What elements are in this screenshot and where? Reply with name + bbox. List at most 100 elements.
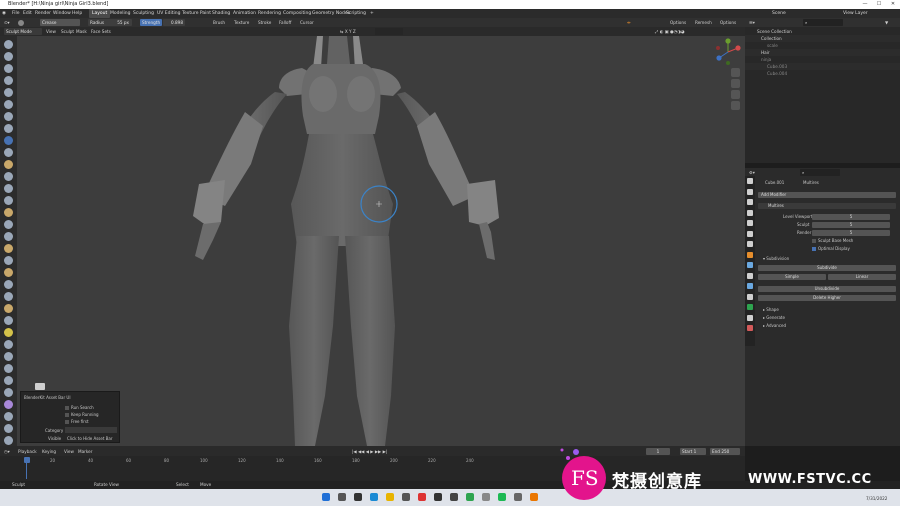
app-icon[interactable] <box>466 493 474 501</box>
timeline-editor-icon[interactable]: ◷▾ <box>4 448 10 455</box>
playback-controls[interactable]: |◀ ◀◀ ◀ ▶ ▶▶ ▶| <box>352 448 387 455</box>
workspace-tab-texture-paint[interactable]: Texture Paint <box>182 9 211 18</box>
sculpt-level-field[interactable]: 5 <box>812 222 890 228</box>
sculpt-tool-icon[interactable] <box>4 292 13 301</box>
menu-window[interactable]: Window <box>53 9 71 18</box>
properties-tab-icon[interactable] <box>747 325 753 331</box>
outliner-editor-icon[interactable]: ☰▾ <box>749 19 755 26</box>
options-menu-2[interactable]: Options <box>720 19 736 26</box>
app-icon[interactable] <box>418 493 426 501</box>
task-view-icon[interactable] <box>354 493 362 501</box>
store-icon[interactable] <box>402 493 410 501</box>
menu-view[interactable]: View <box>46 28 56 35</box>
properties-tab-icon[interactable] <box>747 304 753 310</box>
sculpt-tool-icon[interactable] <box>4 328 13 337</box>
sculpt-tool-icon[interactable] <box>4 340 13 349</box>
run-search-checkbox[interactable] <box>65 406 69 410</box>
free-first-checkbox[interactable] <box>65 420 69 424</box>
workspace-tab-rendering[interactable]: Rendering <box>258 9 281 18</box>
workspace-tab-scripting[interactable]: Scripting <box>346 9 366 18</box>
properties-tab-icon[interactable] <box>747 283 753 289</box>
filter-icon[interactable]: ▼ <box>885 19 888 26</box>
properties-tab-icon[interactable] <box>747 293 753 300</box>
menu-cursor[interactable]: Cursor <box>300 19 314 26</box>
view-layer-label[interactable]: View Layer <box>843 9 868 18</box>
app-icon[interactable] <box>450 493 458 501</box>
edge-icon[interactable] <box>370 493 378 501</box>
sculpt-tool-icon[interactable] <box>4 232 13 241</box>
zoom-icon[interactable] <box>731 68 740 77</box>
linear-button[interactable]: Linear <box>828 274 896 280</box>
blenderkit-icon[interactable] <box>35 383 45 390</box>
navigation-gizmo[interactable] <box>714 36 742 66</box>
symmetry-icon[interactable]: ⇹ <box>627 19 631 26</box>
menu-keying[interactable]: Keying <box>42 448 56 455</box>
menu-texture[interactable]: Texture <box>234 19 249 26</box>
maximize-button[interactable]: ☐ <box>872 0 886 9</box>
outliner-row[interactable]: Collection <box>745 35 900 42</box>
search-icon[interactable] <box>338 493 346 501</box>
sculpt-tool-icon[interactable] <box>4 196 13 205</box>
outliner-row[interactable]: Hair <box>745 49 900 56</box>
level-viewport-field[interactable]: 5 <box>812 214 890 220</box>
sculpt-tool-icon[interactable] <box>4 352 13 361</box>
sculpt-tool-icon[interactable] <box>4 304 13 313</box>
advanced-section[interactable]: ▸ Advanced <box>763 323 786 328</box>
sculpt-tool-icon[interactable] <box>4 268 13 277</box>
sculpt-tool-icon[interactable] <box>4 280 13 289</box>
menu-render[interactable]: Render <box>35 9 51 18</box>
remesh-menu[interactable]: Remesh <box>695 19 712 26</box>
properties-tab-icon[interactable] <box>747 262 753 268</box>
outliner-row[interactable]: Scene Collection <box>745 28 900 35</box>
sculpt-tool-icon[interactable] <box>4 436 13 445</box>
workspace-tab-layout[interactable]: Layout <box>89 9 111 18</box>
workspace-tab-uv-editing[interactable]: UV Editing <box>157 9 180 18</box>
scene-label[interactable]: Scene <box>772 9 786 18</box>
sculpt-tool-icon[interactable] <box>4 184 13 193</box>
generate-section[interactable]: ▸ Generate <box>763 315 785 320</box>
minimize-button[interactable]: — <box>858 0 872 9</box>
menu-playback[interactable]: Playback <box>18 448 37 455</box>
menu-edit[interactable]: Edit <box>23 9 32 18</box>
outliner-row[interactable]: scale <box>745 42 900 49</box>
properties-tab-icon[interactable] <box>747 241 753 247</box>
keep-running-option[interactable]: Keep Running <box>65 412 99 417</box>
add-workspace-button[interactable]: + <box>370 9 374 18</box>
pan-hand-icon[interactable] <box>731 79 740 88</box>
keep-running-checkbox[interactable] <box>65 413 69 417</box>
subdivide-button[interactable]: Subdivide <box>758 265 896 271</box>
hide-asset-bar-button[interactable]: Click to Hide Asset Bar <box>67 436 113 441</box>
menu-sculpt[interactable]: Sculpt <box>61 28 74 35</box>
properties-tab-icon[interactable] <box>747 199 753 205</box>
playhead[interactable] <box>24 457 30 463</box>
outliner-row[interactable]: Cube.004 <box>745 70 900 77</box>
sculpt-base-mesh-option[interactable]: Sculpt Base Mesh <box>812 238 853 243</box>
sculpt-tool-icon[interactable] <box>4 100 13 109</box>
properties-tab-icon[interactable] <box>747 314 753 321</box>
view-shading-icons[interactable]: ⤢ ◐ ▣ ●◔◑◕ <box>655 28 685 35</box>
outliner-row[interactable]: ninja <box>745 56 900 63</box>
app-icon[interactable] <box>482 493 490 501</box>
render-level-field[interactable]: 5 <box>812 230 890 236</box>
sculpt-tool-icon[interactable] <box>4 412 13 421</box>
sculpt-tool-icon[interactable] <box>4 88 13 97</box>
strength-value[interactable]: 0.898 <box>163 19 185 26</box>
sculpt-tool-icon[interactable] <box>4 376 13 385</box>
workspace-tab-shading[interactable]: Shading <box>212 9 230 18</box>
unsubdivide-button[interactable]: Unsubdivide <box>758 286 896 292</box>
sculpt-tool-icon[interactable] <box>4 40 13 49</box>
sculpt-tool-icon[interactable] <box>4 172 13 181</box>
shape-section[interactable]: ▸ Shape <box>763 307 779 312</box>
sculpt-tool-icon[interactable] <box>4 112 13 121</box>
sculpt-tool-icon[interactable] <box>4 364 13 373</box>
menu-mask[interactable]: Mask <box>76 28 87 35</box>
properties-tab-icon[interactable] <box>747 178 753 184</box>
sculpt-tool-icon[interactable] <box>4 316 13 325</box>
strength-label[interactable]: Strength <box>140 19 162 26</box>
brush-preview-icon[interactable] <box>18 19 24 26</box>
properties-tab-icon[interactable] <box>747 220 753 226</box>
sculpt-tool-icon[interactable] <box>4 76 13 85</box>
sculpt-tool-icon[interactable] <box>4 256 13 265</box>
sculpt-tool-icon[interactable] <box>4 244 13 253</box>
file-explorer-icon[interactable] <box>386 493 394 501</box>
